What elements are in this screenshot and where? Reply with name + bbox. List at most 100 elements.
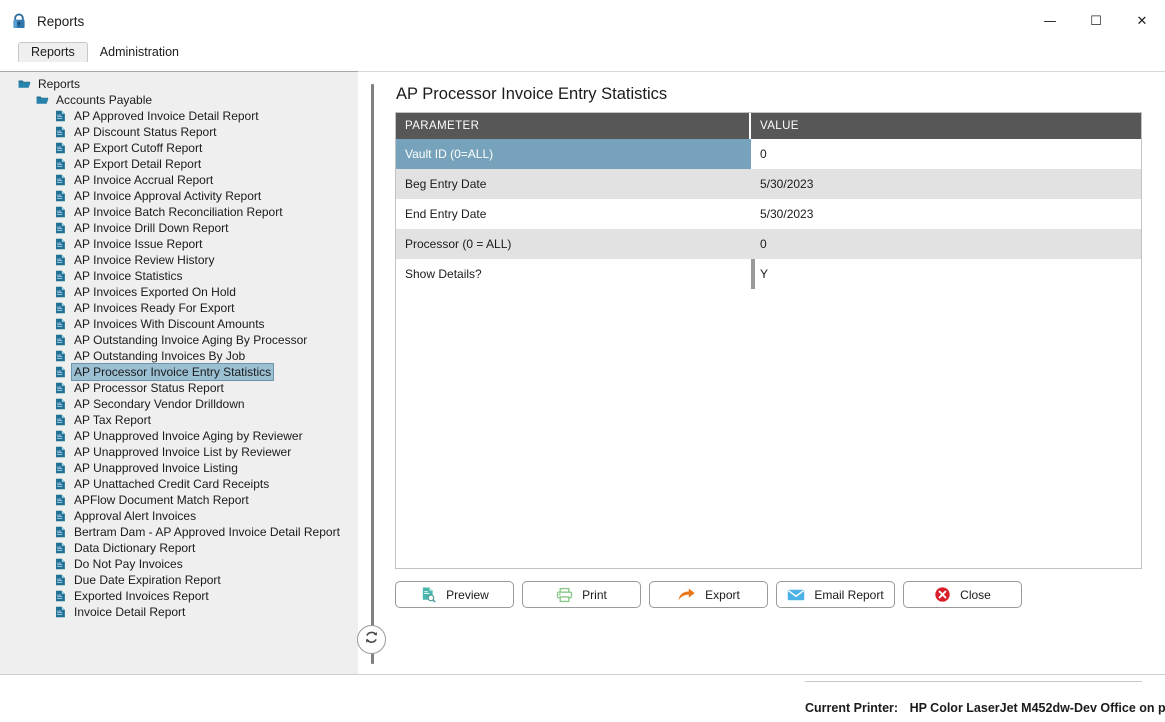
tree-item[interactable]: Accounts Payable bbox=[0, 92, 358, 108]
tree-item[interactable]: AP Invoice Batch Reconciliation Report bbox=[0, 204, 358, 220]
maximize-button[interactable]: ☐ bbox=[1073, 0, 1119, 42]
column-header-value[interactable]: VALUE bbox=[751, 113, 1141, 139]
current-printer-status: Current Printer: HP Color LaserJet M452d… bbox=[805, 701, 1165, 715]
print-button[interactable]: Print bbox=[522, 581, 641, 608]
tab-reports[interactable]: Reports bbox=[18, 42, 88, 62]
report-tree-panel: Reports Accounts Payable AP Approved Invoi… bbox=[0, 71, 358, 680]
tree-item-label: AP Unapproved Invoice List by Reviewer bbox=[74, 445, 292, 459]
report-file-icon bbox=[54, 429, 67, 443]
page-title: AP Processor Invoice Entry Statistics bbox=[396, 85, 668, 103]
title-bar: Reports — ☐ ✕ bbox=[0, 0, 1165, 42]
tree-item[interactable]: AP Outstanding Invoices By Job bbox=[0, 348, 358, 364]
action-button-bar: Preview Print Export Email Report Close bbox=[395, 581, 1022, 608]
parameter-name-cell[interactable]: End Entry Date bbox=[396, 199, 751, 229]
tree-item-label: AP Invoice Review History bbox=[74, 253, 215, 267]
tree-item-selected[interactable]: AP Processor Invoice Entry Statistics bbox=[0, 363, 358, 381]
tree-item[interactable]: AP Invoices Exported On Hold bbox=[0, 284, 358, 300]
report-file-icon bbox=[54, 381, 67, 395]
tab-administration[interactable]: Administration bbox=[88, 43, 191, 62]
parameter-grid[interactable]: PARAMETER VALUE Vault ID (0=ALL) 0 Beg Ent… bbox=[395, 112, 1142, 569]
tree-item[interactable]: AP Unattached Credit Card Receipts bbox=[0, 476, 358, 492]
tree-item[interactable]: AP Invoice Statistics bbox=[0, 268, 358, 284]
tree-item[interactable]: AP Invoice Issue Report bbox=[0, 236, 358, 252]
parameter-value-cell[interactable]: 0 bbox=[751, 229, 1141, 259]
tree-item-label: APFlow Document Match Report bbox=[74, 493, 249, 507]
tree-item[interactable]: Due Date Expiration Report bbox=[0, 572, 358, 588]
report-file-icon bbox=[54, 189, 67, 203]
minimize-button[interactable]: — bbox=[1027, 0, 1073, 42]
tree-item[interactable]: AP Discount Status Report bbox=[0, 124, 358, 140]
minimize-icon: — bbox=[1043, 13, 1057, 29]
panel-splitter[interactable] bbox=[358, 71, 388, 680]
table-row[interactable]: Vault ID (0=ALL) 0 bbox=[396, 139, 1141, 169]
column-header-parameter[interactable]: PARAMETER bbox=[396, 113, 751, 139]
table-row[interactable]: Beg Entry Date 5/30/2023 bbox=[396, 169, 1141, 199]
tree-item[interactable]: Bertram Dam - AP Approved Invoice Detail… bbox=[0, 524, 358, 540]
parameter-value-cell[interactable]: 0 bbox=[751, 139, 1141, 169]
tree-item[interactable]: AP Outstanding Invoice Aging By Processo… bbox=[0, 332, 358, 348]
action-button-label: Email Report bbox=[814, 587, 884, 602]
tree-item[interactable]: AP Approved Invoice Detail Report bbox=[0, 108, 358, 124]
refresh-button[interactable] bbox=[357, 625, 386, 654]
tree-item-label: AP Processor Invoice Entry Statistics bbox=[71, 363, 275, 381]
tree-item[interactable]: AP Invoices Ready For Export bbox=[0, 300, 358, 316]
tree-item-label: Bertram Dam - AP Approved Invoice Detail… bbox=[74, 525, 340, 539]
tree-item-label: AP Invoices With Discount Amounts bbox=[74, 317, 265, 331]
printer-icon bbox=[556, 587, 573, 603]
tree-item[interactable]: AP Unapproved Invoice Aging by Reviewer bbox=[0, 428, 358, 444]
splitter-handle[interactable] bbox=[371, 84, 374, 664]
report-file-icon bbox=[54, 109, 67, 123]
tree-item[interactable]: AP Processor Status Report bbox=[0, 380, 358, 396]
report-file-icon bbox=[54, 445, 67, 459]
tree-item[interactable]: Approval Alert Invoices bbox=[0, 508, 358, 524]
tree-item[interactable]: AP Invoice Review History bbox=[0, 252, 358, 268]
report-file-icon bbox=[54, 125, 67, 139]
close-window-button[interactable]: ✕ bbox=[1119, 0, 1165, 42]
current-printer-label: Current Printer: bbox=[805, 701, 899, 715]
parameter-value-cell[interactable]: Y bbox=[751, 259, 1141, 289]
export-button[interactable]: Export bbox=[649, 581, 768, 608]
tree-item[interactable]: Data Dictionary Report bbox=[0, 540, 358, 556]
report-file-icon bbox=[54, 509, 67, 523]
window-bottom-frame bbox=[0, 674, 1165, 680]
tree-item[interactable]: AP Invoice Drill Down Report bbox=[0, 220, 358, 236]
window-title: Reports bbox=[37, 13, 85, 29]
tree-item-label: AP Invoice Drill Down Report bbox=[74, 221, 229, 235]
tree-item-label: AP Invoices Ready For Export bbox=[74, 301, 235, 315]
table-row[interactable]: Processor (0 = ALL) 0 bbox=[396, 229, 1141, 259]
tree-item[interactable]: AP Invoices With Discount Amounts bbox=[0, 316, 358, 332]
table-row[interactable]: End Entry Date 5/30/2023 bbox=[396, 199, 1141, 229]
tree-item[interactable]: AP Tax Report bbox=[0, 412, 358, 428]
report-file-icon bbox=[54, 461, 67, 475]
tree-item[interactable]: AP Invoice Approval Activity Report bbox=[0, 188, 358, 204]
email-report-button[interactable]: Email Report bbox=[776, 581, 895, 608]
tree-item-label: AP Invoice Statistics bbox=[74, 269, 183, 283]
parameter-name-cell[interactable]: Show Details? bbox=[396, 259, 751, 289]
table-row[interactable]: Show Details? Y bbox=[396, 259, 1141, 289]
close-button[interactable]: Close bbox=[903, 581, 1022, 608]
report-file-icon bbox=[54, 349, 67, 363]
tree-item-label: Exported Invoices Report bbox=[74, 589, 209, 603]
parameter-name-cell[interactable]: Beg Entry Date bbox=[396, 169, 751, 199]
report-tree[interactable]: Reports Accounts Payable AP Approved Invoi… bbox=[0, 72, 358, 680]
parameter-name-cell[interactable]: Vault ID (0=ALL) bbox=[396, 139, 751, 169]
preview-button[interactable]: Preview bbox=[395, 581, 514, 608]
tree-item[interactable]: AP Unapproved Invoice Listing bbox=[0, 460, 358, 476]
parameter-name-cell[interactable]: Processor (0 = ALL) bbox=[396, 229, 751, 259]
tree-item[interactable]: AP Secondary Vendor Drilldown bbox=[0, 396, 358, 412]
tree-item[interactable]: Exported Invoices Report bbox=[0, 588, 358, 604]
report-file-icon bbox=[54, 221, 67, 235]
tree-item[interactable]: Do Not Pay Invoices bbox=[0, 556, 358, 572]
tree-item[interactable]: AP Export Detail Report bbox=[0, 156, 358, 172]
tree-item[interactable]: Reports bbox=[0, 76, 358, 92]
tree-item[interactable]: AP Invoice Accrual Report bbox=[0, 172, 358, 188]
tree-item[interactable]: AP Export Cutoff Report bbox=[0, 140, 358, 156]
tree-item[interactable]: APFlow Document Match Report bbox=[0, 492, 358, 508]
tree-item-label: AP Unapproved Invoice Aging by Reviewer bbox=[74, 429, 303, 443]
parameter-value-cell[interactable]: 5/30/2023 bbox=[751, 199, 1141, 229]
action-button-label: Close bbox=[960, 587, 991, 602]
tree-item[interactable]: AP Unapproved Invoice List by Reviewer bbox=[0, 444, 358, 460]
parameter-value-cell[interactable]: 5/30/2023 bbox=[751, 169, 1141, 199]
action-button-label: Preview bbox=[446, 587, 489, 602]
tree-item[interactable]: Invoice Detail Report bbox=[0, 604, 358, 620]
